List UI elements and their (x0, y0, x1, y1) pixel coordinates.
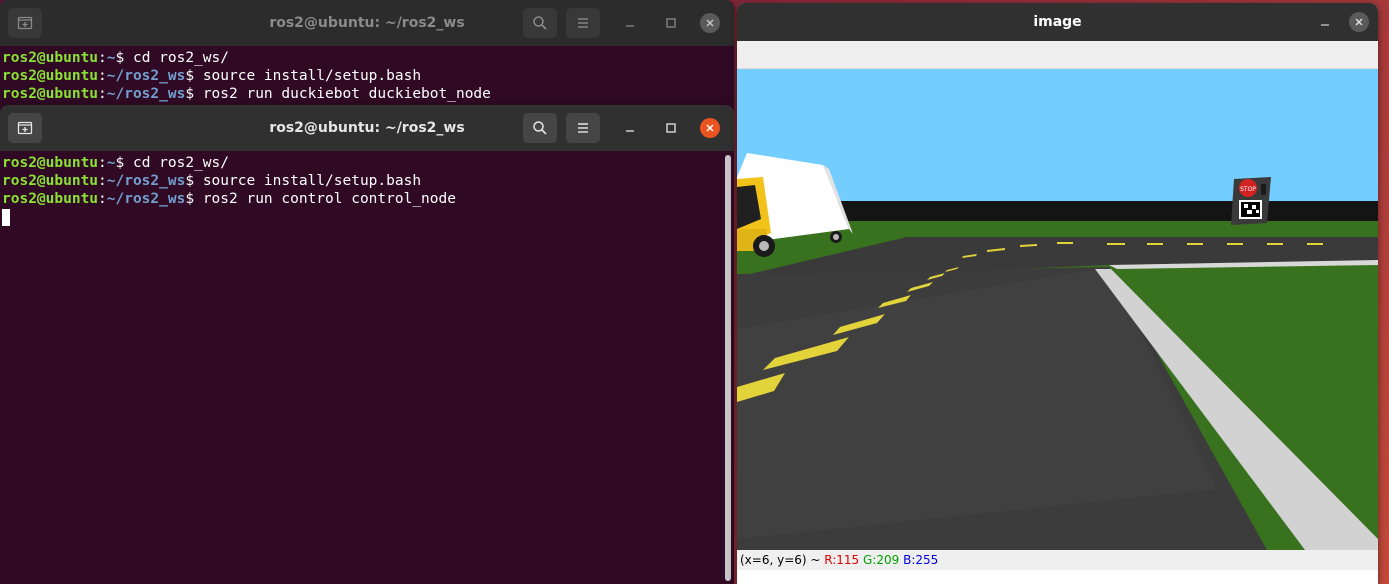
search-icon (533, 16, 547, 30)
prompt-user: ros2@ubuntu (2, 173, 99, 190)
prompt-user: ros2@ubuntu (2, 68, 99, 85)
minimize-button[interactable] (1315, 12, 1335, 32)
window-title: image (1033, 14, 1082, 30)
prompt-sep: : (98, 155, 107, 171)
prompt-path: ~ (106, 155, 116, 171)
scrollbar[interactable] (725, 155, 731, 581)
prompt-symbol: $ (185, 191, 203, 208)
terminal-line: ros2@ubuntu:~/ros2_ws$ ros2 run control … (2, 190, 734, 208)
minimize-button[interactable] (620, 13, 640, 33)
minimize-icon (626, 130, 634, 132)
command-text: cd ros2_ws/ (132, 50, 229, 66)
prompt-sep: : (98, 191, 107, 208)
new-tab-button[interactable] (8, 113, 42, 143)
terminal-line: ros2@ubuntu:~$ cd ros2_ws/ (2, 49, 734, 67)
prompt-path: ~/ros2_ws (106, 191, 186, 208)
menu-button[interactable] (566, 8, 600, 38)
terminal-line (2, 208, 734, 227)
prompt-path: ~/ros2_ws (106, 68, 186, 85)
command-text: ros2 run control control_node (202, 191, 456, 208)
search-icon (533, 121, 547, 135)
terminal-line: ros2@ubuntu:~/ros2_ws$ ros2 run duckiebo… (2, 85, 734, 103)
prompt-sep: : (98, 173, 107, 190)
new-tab-icon (17, 121, 33, 135)
prompt-symbol: $ (185, 173, 203, 190)
close-button[interactable] (700, 13, 720, 33)
hamburger-menu-icon (578, 123, 588, 133)
image-window-titlebar[interactable]: image (737, 3, 1378, 41)
prompt-user: ros2@ubuntu (2, 191, 99, 208)
search-button[interactable] (523, 113, 557, 143)
image-status-bar: (x=6, y=6) ~ R:115 G:209 B:255 (737, 550, 1378, 570)
window-title: ros2@ubuntu: ~/ros2_ws (269, 15, 465, 31)
prompt-symbol: $ (185, 86, 203, 103)
terminal-window-front[interactable]: ros2@ubuntu: ~/ros2_ws ros2@ubuntu:~$ cd… (0, 105, 734, 584)
image-viewer-window[interactable]: image STOP (x=6, y=6) ~ R:115 G:209 B:25… (737, 3, 1378, 584)
command-text: ros2 run duckiebot duckiebot_node (202, 86, 491, 103)
maximize-icon (666, 18, 676, 28)
prompt-symbol: $ (185, 68, 203, 85)
terminal-output[interactable]: ros2@ubuntu:~$ cd ros2_ws/ros2@ubuntu:~/… (0, 46, 734, 110)
close-button[interactable] (1349, 12, 1369, 32)
minimize-icon (1321, 24, 1329, 26)
close-icon (1355, 18, 1363, 26)
pixel-green-value: G:209 (863, 553, 900, 567)
pixel-red-value: R:115 (824, 553, 860, 567)
prompt-path: ~/ros2_ws (106, 173, 186, 190)
prompt-user: ros2@ubuntu (2, 86, 99, 103)
terminal-output[interactable]: ros2@ubuntu:~$ cd ros2_ws/ros2@ubuntu:~/… (0, 151, 734, 584)
search-button[interactable] (523, 8, 557, 38)
menu-button[interactable] (566, 113, 600, 143)
image-toolbar (737, 41, 1378, 69)
minimize-icon (626, 25, 634, 27)
maximize-icon (666, 123, 676, 133)
command-text: source install/setup.bash (202, 173, 422, 190)
terminal-line: ros2@ubuntu:~$ cd ros2_ws/ (2, 154, 734, 172)
new-tab-button[interactable] (8, 8, 42, 38)
terminal-front-titlebar[interactable]: ros2@ubuntu: ~/ros2_ws (0, 105, 734, 151)
maximize-button[interactable] (661, 118, 681, 138)
prompt-symbol: $ (115, 155, 133, 171)
stop-sign-text: STOP (1240, 186, 1256, 193)
command-text: source install/setup.bash (202, 68, 422, 85)
prompt-sep: : (98, 50, 107, 66)
prompt-user: ros2@ubuntu (2, 50, 99, 66)
text-cursor (2, 208, 10, 226)
terminal-back-titlebar[interactable]: ros2@ubuntu: ~/ros2_ws (0, 0, 734, 46)
hamburger-menu-icon (578, 18, 588, 28)
prompt-sep: : (98, 68, 107, 85)
terminal-line: ros2@ubuntu:~/ros2_ws$ source install/se… (2, 172, 734, 190)
pixel-blue-value: B:255 (903, 553, 939, 567)
window-title: ros2@ubuntu: ~/ros2_ws (269, 120, 465, 136)
new-tab-icon (17, 16, 33, 30)
close-icon (706, 19, 714, 27)
maximize-button[interactable] (661, 13, 681, 33)
cursor-coords: (x=6, y=6) ~ (740, 553, 825, 567)
prompt-symbol: $ (115, 50, 133, 66)
terminal-window-back[interactable]: ros2@ubuntu: ~/ros2_ws ros2@ubuntu:~$ cd… (0, 0, 734, 110)
stop-sign: STOP (1231, 177, 1271, 225)
prompt-path: ~ (106, 50, 116, 66)
close-button[interactable] (700, 118, 720, 138)
prompt-sep: : (98, 86, 107, 103)
minimize-button[interactable] (620, 118, 640, 138)
close-icon (706, 124, 714, 132)
command-text: cd ros2_ws/ (132, 155, 229, 171)
prompt-path: ~/ros2_ws (106, 86, 186, 103)
prompt-user: ros2@ubuntu (2, 155, 99, 171)
camera-image[interactable]: STOP (737, 69, 1378, 550)
terminal-line: ros2@ubuntu:~/ros2_ws$ source install/se… (2, 67, 734, 85)
